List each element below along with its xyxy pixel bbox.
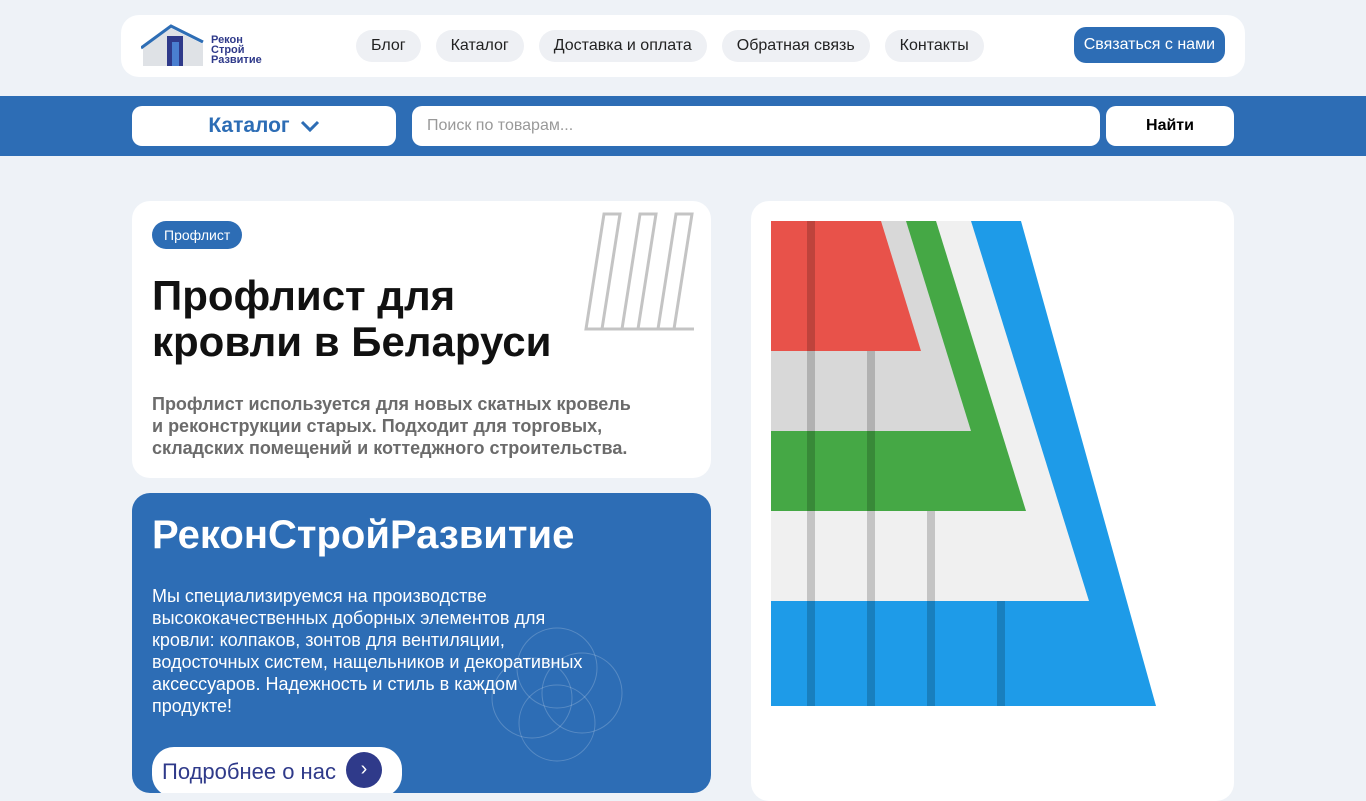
nav-feedback[interactable]: Обратная связь	[721, 30, 870, 62]
company-description: Мы специализируемся на производстве высо…	[152, 586, 583, 716]
profile-sheets-image	[771, 221, 1156, 706]
search-bar: Каталог Найти	[0, 96, 1366, 156]
search-input[interactable]	[412, 106, 1100, 146]
top-header: Рекон Строй Развитие Блог Каталог Доставка…	[121, 15, 1245, 77]
company-name: РеконСтройРазвитие	[152, 513, 575, 557]
product-image-card	[751, 201, 1234, 801]
more-about-us-button[interactable]: Подробнее о нас ›	[152, 747, 402, 793]
hero-card: Профлист Профлист для кровли в Беларуси …	[132, 201, 711, 478]
main-nav: Блог Каталог Доставка и оплата Обратная …	[356, 30, 984, 62]
catalog-label: Каталог	[208, 114, 290, 137]
category-badge[interactable]: Профлист	[152, 221, 243, 249]
about-card: РеконСтройРазвитие Мы специализируемся н…	[132, 493, 711, 793]
hero-description: Профлист используется для новых скатных …	[152, 394, 631, 458]
chevron-down-icon	[300, 120, 319, 132]
more-label: Подробнее о нас	[162, 759, 336, 784]
logo-line: Развитие	[211, 54, 262, 66]
nav-blog[interactable]: Блог	[356, 30, 421, 62]
catalog-dropdown[interactable]: Каталог	[132, 106, 396, 146]
find-button[interactable]: Найти	[1106, 106, 1234, 146]
page-title: Профлист для кровли в Беларуси	[152, 272, 552, 365]
nav-delivery[interactable]: Доставка и оплата	[538, 30, 707, 62]
building-logo-icon	[140, 24, 204, 66]
nav-catalog[interactable]: Каталог	[435, 30, 524, 62]
contact-us-button[interactable]: Связаться с нами	[1073, 27, 1225, 63]
logo[interactable]: Рекон Строй Развитие	[140, 24, 271, 68]
profile-sheet-icon	[584, 212, 694, 331]
nav-contacts[interactable]: Контакты	[884, 30, 984, 62]
arrow-right-icon: ›	[346, 752, 382, 788]
